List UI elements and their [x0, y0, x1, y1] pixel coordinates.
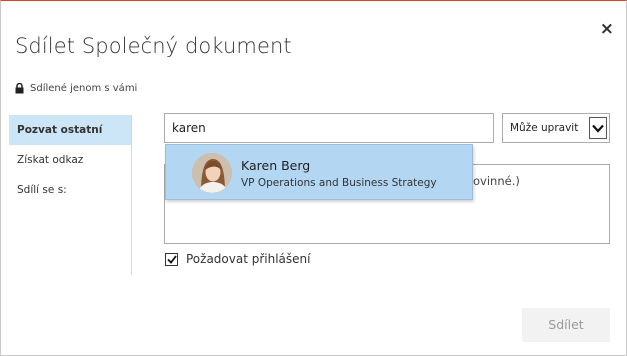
- invite-people-input[interactable]: karen: [164, 113, 494, 143]
- nav-item-shared-with[interactable]: Sdílí se s:: [9, 175, 131, 205]
- close-icon[interactable]: ×: [600, 21, 614, 38]
- message-placeholder: ovinné.): [473, 174, 520, 188]
- require-signin-label: Požadovat přihlášení: [186, 252, 311, 266]
- permission-select[interactable]: Může upravit: [502, 113, 610, 143]
- chevron-down-icon[interactable]: [589, 117, 607, 139]
- suggestion-name: Karen Berg: [241, 158, 311, 173]
- nav-item-invite[interactable]: Pozvat ostatní: [9, 115, 131, 145]
- share-button[interactable]: Sdílet: [522, 308, 610, 342]
- nav-item-get-link[interactable]: Získat odkaz: [9, 145, 131, 175]
- avatar: [192, 153, 232, 193]
- people-suggestion[interactable]: Karen Berg VP Operations and Business St…: [165, 144, 473, 200]
- shared-status-label: Sdílené jenom s vámi: [30, 83, 138, 94]
- lock-icon: [15, 83, 24, 94]
- share-dialog: × Sdílet Společný dokument Sdílené jenom…: [0, 0, 627, 356]
- check-icon: [166, 254, 177, 264]
- dialog-title: Sdílet Společný dokument: [15, 34, 292, 58]
- require-signin-option[interactable]: Požadovat přihlášení: [165, 252, 311, 266]
- side-nav: Pozvat ostatní Získat odkaz Sdílí se s:: [9, 115, 132, 275]
- require-signin-checkbox[interactable]: [165, 252, 178, 266]
- permission-value: Může upravit: [510, 122, 579, 134]
- shared-status: Sdílené jenom s vámi: [15, 83, 137, 94]
- suggestion-job-title: VP Operations and Business Strategy: [241, 177, 437, 189]
